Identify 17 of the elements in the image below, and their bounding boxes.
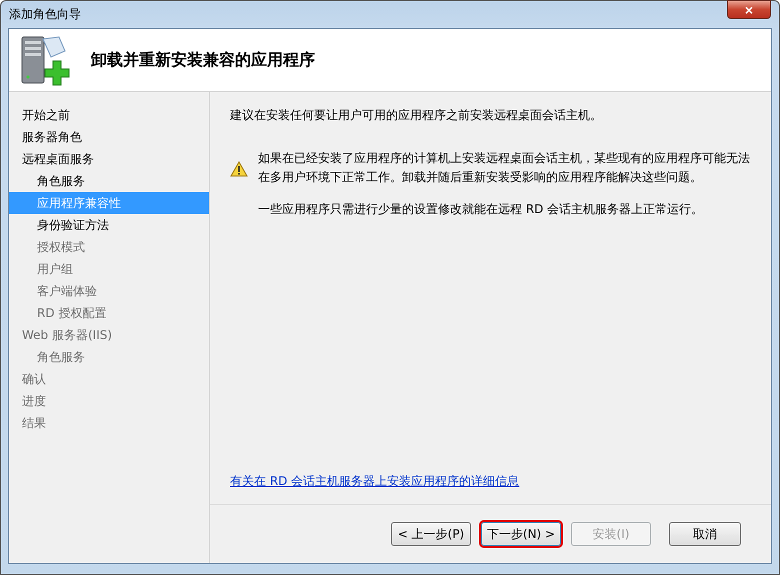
step-item[interactable]: 远程桌面服务: [9, 148, 209, 170]
step-item[interactable]: 服务器角色: [9, 126, 209, 148]
warning-text: 如果在已经安装了应用程序的计算机上安装远程桌面会话主机，某些现有的应用程序可能无法在多用户环境下正常工作。卸载并随后重新安装受影响的应用程序能解决这些问题。: [258, 150, 751, 186]
step-item[interactable]: 开始之前: [9, 104, 209, 126]
step-item[interactable]: 身份验证方法: [9, 214, 209, 236]
note-text: 一些应用程序只需进行少量的设置修改就能在远程 RD 会话主机服务器上正常运行。: [258, 201, 704, 218]
step-item[interactable]: 应用程序兼容性: [9, 192, 209, 214]
window-title: 添加角色向导: [9, 6, 81, 23]
intro-text: 建议在安装任何要让用户可用的应用程序之前安装远程桌面会话主机。: [230, 107, 603, 124]
step-item[interactable]: 角色服务: [9, 170, 209, 192]
close-button[interactable]: ×: [727, 0, 771, 19]
wizard-button[interactable]: < 上一步(P): [391, 522, 471, 546]
wizard-button[interactable]: 下一步(N) >: [481, 522, 561, 546]
wizard-button[interactable]: 取消: [669, 522, 741, 546]
warning-icon: [230, 161, 248, 177]
page-heading: 卸载并重新安装兼容的应用程序: [91, 50, 315, 70]
info-link[interactable]: 有关在 RD 会话主机服务器上安装应用程序的详细信息: [230, 473, 520, 490]
